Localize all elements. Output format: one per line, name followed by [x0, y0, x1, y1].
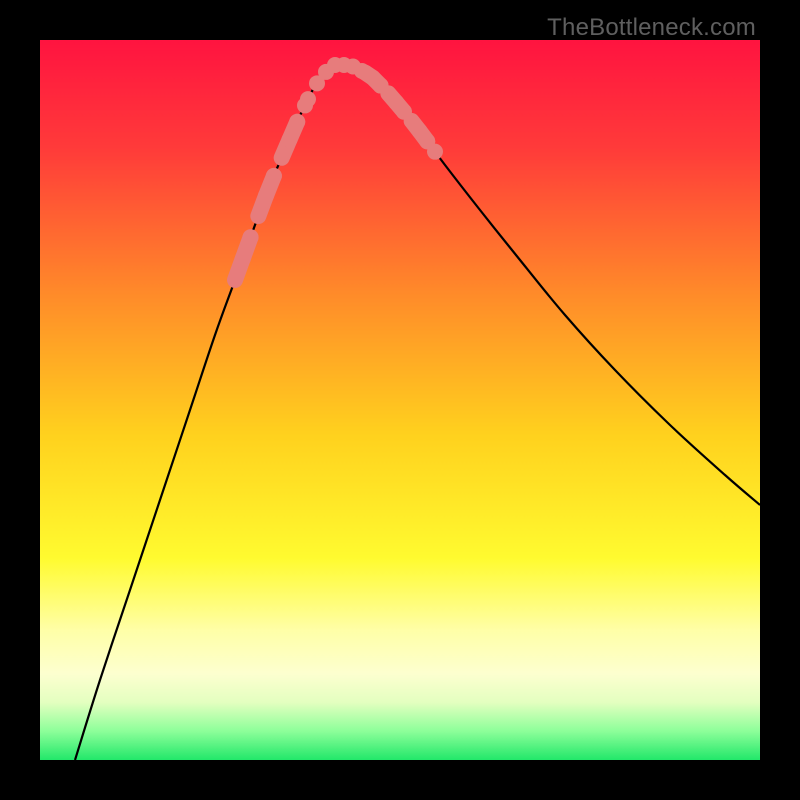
bead-group: [235, 57, 443, 280]
bead: [427, 144, 443, 160]
watermark-text: TheBottleneck.com: [547, 14, 756, 42]
bead: [243, 229, 259, 245]
bead: [300, 91, 316, 107]
plot-area: [40, 40, 760, 760]
bead: [289, 114, 305, 130]
bead: [266, 168, 282, 184]
curve-layer: [40, 40, 760, 760]
bottleneck-curve: [75, 64, 760, 760]
chart-frame: TheBottleneck.com: [0, 0, 800, 800]
